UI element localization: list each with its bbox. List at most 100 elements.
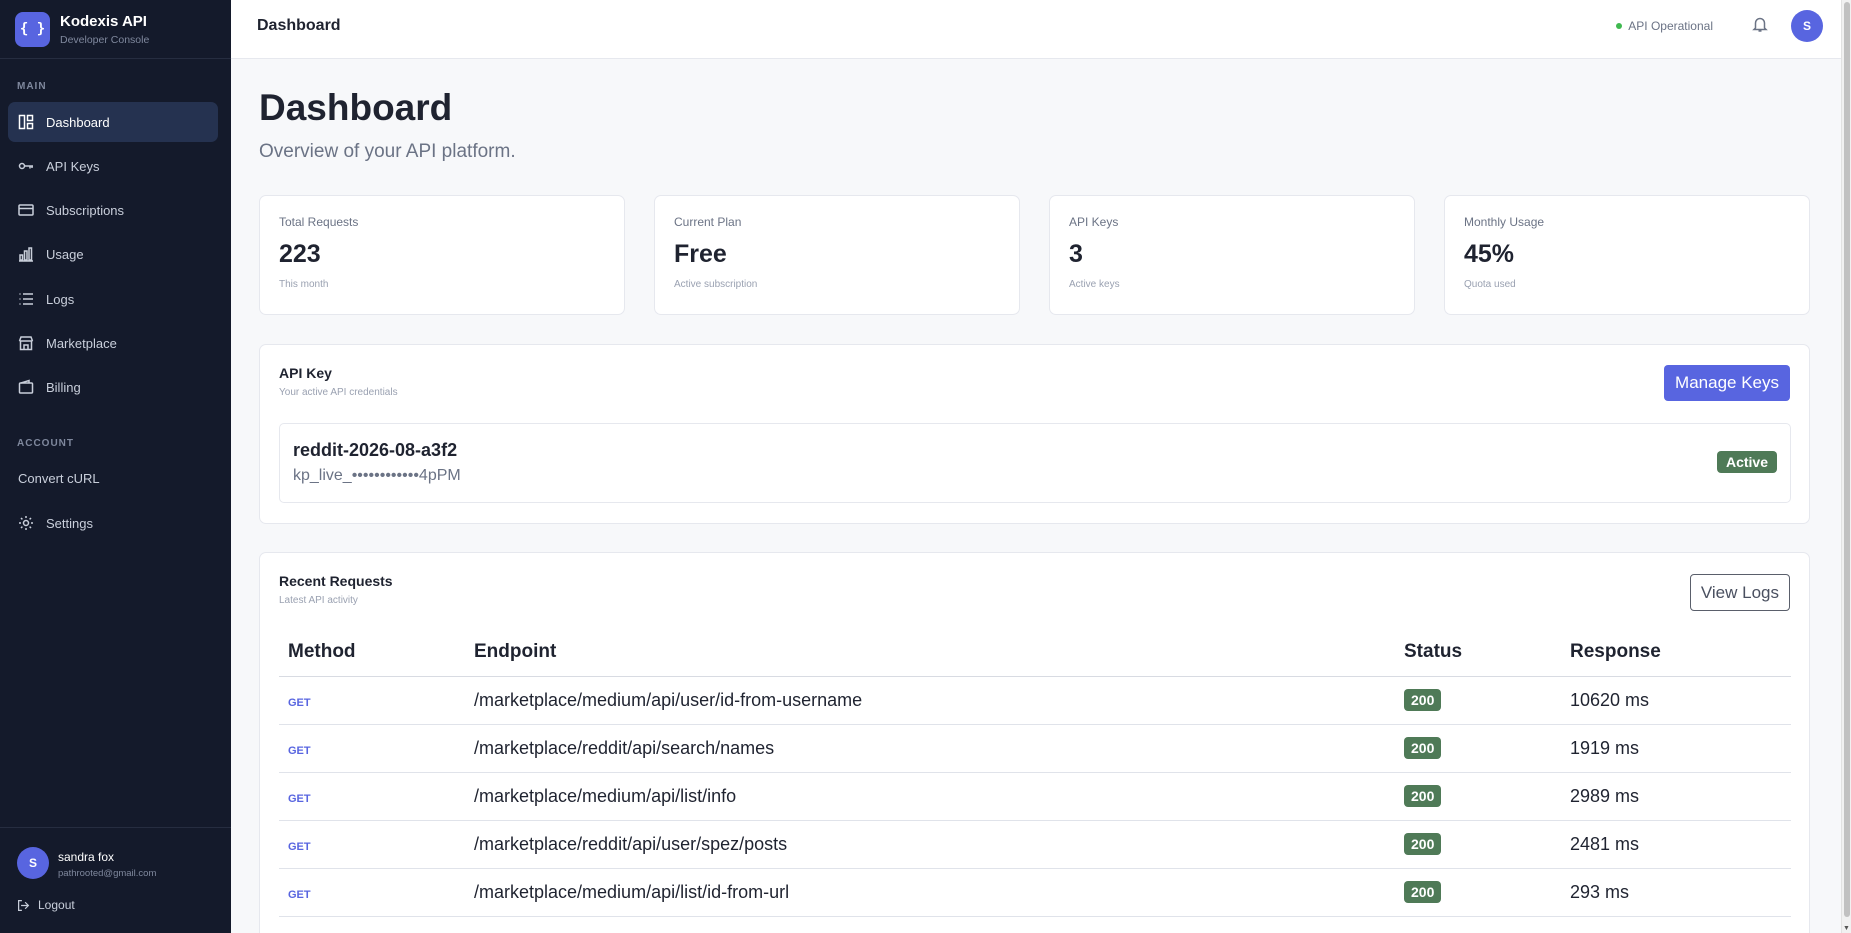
brand-title: Kodexis API — [60, 12, 147, 30]
sidebar-item-usage[interactable]: Usage — [8, 234, 218, 274]
sidebar-item-label: API Keys — [46, 158, 100, 174]
stat-card-current-plan: Current Plan Free Active subscription — [654, 195, 1020, 315]
user-name: sandra fox — [58, 850, 115, 864]
method-label: GET — [288, 840, 311, 853]
stat-label: API Keys — [1069, 215, 1119, 229]
stat-card-monthly-usage: Monthly Usage 45% Quota used — [1444, 195, 1810, 315]
table-row: GET /marketplace/medium/api/user/id-from… — [279, 676, 1791, 725]
api-key-card: API Key Your active API credentials Mana… — [259, 344, 1810, 524]
wallet-icon — [18, 379, 34, 395]
stat-card-api-keys: API Keys 3 Active keys — [1049, 195, 1415, 315]
sidebar-item-label: Subscriptions — [46, 202, 125, 218]
view-logs-button[interactable]: View Logs — [1689, 574, 1790, 611]
logout-icon — [18, 899, 30, 911]
sidebar-item-api-keys[interactable]: API Keys — [8, 146, 218, 186]
table-row: GET /marketplace/reddit/api/search/names… — [279, 724, 1791, 773]
scrollbar-thumb[interactable] — [1844, 2, 1850, 917]
page-subtitle: Overview of your API platform. — [259, 141, 516, 162]
status-badge: Active — [1716, 451, 1777, 473]
column-header-endpoint: Endpoint — [465, 628, 1395, 677]
user-profile: S sandra fox pathrooted@gmail.com Logout — [0, 827, 231, 933]
status-dot-icon — [1616, 23, 1623, 29]
stat-label: Total Requests — [279, 215, 359, 229]
method-label: GET — [288, 792, 311, 805]
api-status-label: API Operational — [1628, 19, 1713, 33]
sidebar-item-settings[interactable]: Settings — [8, 503, 218, 543]
response-cell: 2989 ms — [1561, 772, 1791, 821]
sidebar-item-convert-curl[interactable]: Convert cURL — [8, 458, 218, 498]
logout-label: Logout — [38, 898, 75, 912]
api-key-subtitle: Your active API credentials — [279, 387, 398, 398]
section-label-account: ACCOUNT — [17, 438, 74, 449]
header-title: Dashboard — [257, 17, 341, 34]
table-row: GET /marketplace/medium/api/list/id-from… — [279, 868, 1791, 917]
method-label: GET — [288, 744, 311, 757]
gear-icon — [18, 515, 34, 531]
table-row: GET /marketplace/reddit/api/user/spez/po… — [279, 820, 1791, 869]
page-title: Dashboard — [259, 87, 453, 128]
endpoint-cell: /marketplace/medium/api/list/info — [465, 772, 1395, 821]
stat-label: Monthly Usage — [1464, 215, 1545, 229]
recent-requests-card: Recent Requests Latest API activity View… — [259, 552, 1810, 933]
sidebar-item-marketplace[interactable]: Marketplace — [8, 323, 218, 363]
section-label-main: MAIN — [17, 81, 47, 92]
sidebar-item-label: Settings — [46, 515, 93, 531]
sidebar-item-subscriptions[interactable]: Subscriptions — [8, 190, 218, 230]
method-label: GET — [288, 696, 311, 709]
requests-table: Method Endpoint Status Response GET /mar… — [279, 628, 1791, 917]
api-key-masked: kp_live_••••••••••••4pPM — [293, 467, 461, 484]
bar-chart-icon — [18, 246, 34, 262]
endpoint-cell: /marketplace/reddit/api/user/spez/posts — [465, 820, 1395, 869]
dashboard-icon — [18, 114, 34, 130]
brand: { } Kodexis API Developer Console — [0, 0, 231, 59]
scroll-down-arrow-icon[interactable]: ▼ — [1843, 925, 1850, 932]
method-label: GET — [288, 888, 311, 901]
stat-value: Free — [674, 240, 727, 268]
top-bar: Dashboard API Operational S — [231, 0, 1841, 59]
status-badge: 200 — [1404, 737, 1442, 759]
sidebar: { } Kodexis API Developer Console MAIN D… — [0, 0, 231, 933]
status-badge: 200 — [1404, 689, 1442, 711]
card-icon — [18, 202, 34, 218]
status-badge: 200 — [1404, 833, 1442, 855]
stat-card-total-requests: Total Requests 223 This month — [259, 195, 625, 315]
stat-value: 223 — [279, 240, 321, 268]
response-cell: 2481 ms — [1561, 820, 1791, 869]
column-header-status: Status — [1395, 628, 1561, 677]
stat-note: Quota used — [1464, 279, 1516, 290]
stat-value: 3 — [1069, 240, 1083, 268]
response-cell: 293 ms — [1561, 868, 1791, 917]
stat-value: 45% — [1464, 240, 1515, 268]
page-scrollbar[interactable]: ▼ — [1841, 0, 1851, 933]
sidebar-item-dashboard[interactable]: Dashboard — [8, 102, 218, 142]
sidebar-item-label: Dashboard — [46, 114, 110, 130]
sidebar-item-logs[interactable]: Logs — [8, 279, 218, 319]
api-key-name: reddit-2026-08-a3f2 — [293, 440, 458, 460]
table-row: GET /marketplace/medium/api/list/info 20… — [279, 772, 1791, 821]
notifications-button[interactable] — [1751, 15, 1771, 35]
brand-logo: { } — [15, 11, 50, 47]
sidebar-item-billing[interactable]: Billing — [8, 367, 218, 407]
response-cell: 1919 ms — [1561, 724, 1791, 773]
list-icon — [18, 291, 34, 307]
key-icon — [18, 158, 34, 174]
api-key-title: API Key — [279, 365, 332, 381]
store-icon — [18, 335, 34, 351]
endpoint-cell: /marketplace/reddit/api/search/names — [465, 724, 1395, 773]
sidebar-item-label: Billing — [46, 379, 81, 395]
stat-note: Active subscription — [674, 279, 758, 290]
header-avatar[interactable]: S — [1791, 10, 1823, 42]
manage-keys-button[interactable]: Manage Keys — [1664, 365, 1790, 401]
sidebar-item-label: Logs — [46, 291, 75, 307]
bell-icon — [1752, 17, 1768, 32]
endpoint-cell: /marketplace/medium/api/list/id-from-url — [465, 868, 1395, 917]
table-header-row: Method Endpoint Status Response — [279, 628, 1791, 677]
stat-note: Active keys — [1069, 279, 1120, 290]
recent-requests-subtitle: Latest API activity — [279, 595, 358, 606]
endpoint-cell: /marketplace/medium/api/user/id-from-use… — [465, 676, 1395, 725]
logout-button[interactable]: Logout — [17, 898, 75, 912]
stat-label: Current Plan — [674, 215, 742, 229]
api-status: API Operational — [1616, 19, 1713, 33]
column-header-response: Response — [1561, 628, 1791, 677]
stat-note: This month — [279, 279, 329, 290]
